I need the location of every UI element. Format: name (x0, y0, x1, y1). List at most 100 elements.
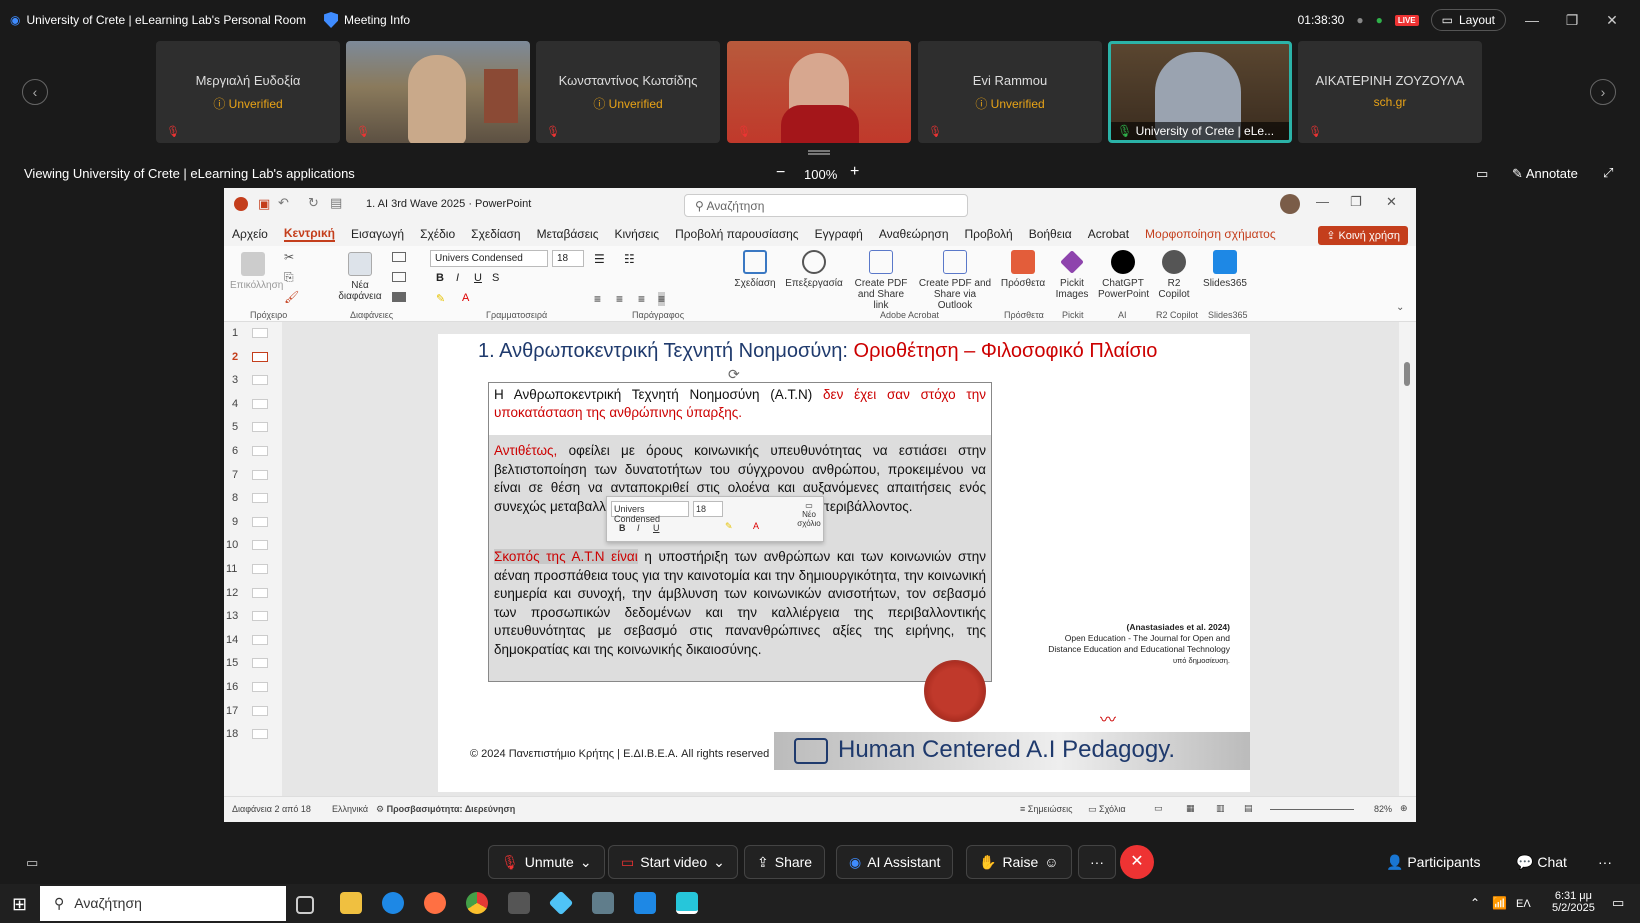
chrome-icon[interactable] (466, 892, 488, 914)
copy-icon[interactable]: ⎘ (284, 270, 294, 285)
tab-help[interactable]: Βοήθεια (1029, 227, 1072, 241)
slide-thumbnail[interactable]: 1 (224, 324, 280, 344)
layout-icon[interactable] (392, 252, 406, 262)
cut-icon[interactable]: ✂ (284, 250, 294, 264)
mini-size-select[interactable]: 18 (693, 501, 723, 517)
leave-meeting-button[interactable]: ✕ (1120, 845, 1154, 879)
participant-tile[interactable]: Evi Rammou ⓘ Unverified 🎙 (918, 41, 1102, 143)
paragraph-3[interactable]: Σκοπός της Α.Τ.Ν είναι η υποστήριξη των … (494, 548, 986, 659)
store-icon[interactable] (508, 892, 530, 914)
bullets-icon[interactable]: ☰ (594, 252, 605, 266)
tab-record[interactable]: Εγγραφή (815, 227, 863, 241)
user-avatar[interactable] (1280, 194, 1300, 214)
addins-button[interactable]: Πρόσθετα (1000, 250, 1046, 289)
share-screen-button[interactable]: ⇪ Share (744, 845, 826, 879)
tab-acrobat[interactable]: Acrobat (1088, 227, 1129, 241)
align-right-icon[interactable]: ≡ (638, 292, 645, 306)
slide-thumbnail[interactable]: 3 (224, 371, 280, 391)
raise-hand-button[interactable]: ✋ Raise ☺ (966, 845, 1072, 879)
slides365-button[interactable]: Slides365 (1200, 250, 1250, 289)
present-icon[interactable]: ▤ (330, 195, 342, 211)
ppt-search-box[interactable]: ⚲ Αναζήτηση (684, 194, 968, 217)
webex-taskbar-icon[interactable] (676, 892, 698, 914)
ribbon-collapse-icon[interactable]: ⌄ (1396, 302, 1404, 313)
app-blue-icon[interactable] (634, 892, 656, 914)
slide-thumbnail[interactable]: 11 (224, 560, 280, 580)
tab-insert[interactable]: Εισαγωγή (351, 227, 404, 241)
participant-tile[interactable]: ΑΙΚΑΤΕΡΙΝΗ ΖΟΥΖΟΥΛΑ sch.gr 🎙 (1298, 41, 1482, 143)
new-slide-button[interactable]: Νέα διαφάνεια (334, 252, 386, 302)
captions-icon[interactable]: ▭ (26, 855, 38, 871)
slide-thumbnail[interactable]: 12 (224, 584, 280, 604)
pickit-button[interactable]: Pickit Images (1052, 250, 1092, 300)
tab-shape-format[interactable]: Μορφοποίηση σχήματος (1145, 227, 1276, 241)
italic-icon[interactable]: I (456, 272, 459, 284)
chatgpt-button[interactable]: ChatGPT PowerPoint (1098, 250, 1149, 300)
save-icon[interactable]: ▣ (258, 196, 270, 212)
active-speaker-tile[interactable]: 🎙 University of Crete | eLe... (1108, 41, 1292, 143)
start-video-button[interactable]: ▭ Start video ⌄ (608, 845, 738, 879)
tab-review[interactable]: Αναθεώρηση (879, 227, 949, 241)
meeting-info-button[interactable]: Meeting Info (324, 12, 410, 28)
prev-participants-button[interactable]: ‹ (22, 79, 48, 105)
participant-tile[interactable]: Μεργιαλή Ευδοξία ⓘ Unverified 🎙 (156, 41, 340, 143)
task-view-icon[interactable] (296, 896, 314, 914)
chat-button[interactable]: 💬 Chat (1516, 854, 1567, 871)
mini-new-comment-button[interactable]: ▭ Νέο σχόλιο (795, 501, 823, 528)
mini-font-color-icon[interactable]: A (753, 521, 759, 531)
undo-icon[interactable]: ↶ (278, 195, 289, 211)
annotate-button[interactable]: ✎ Annotate (1512, 166, 1578, 182)
slide-thumbnail[interactable]: 5 (224, 418, 280, 438)
tab-file[interactable]: Αρχείο (232, 227, 268, 241)
font-color-icon[interactable]: A (462, 292, 469, 304)
slide-thumbnail[interactable]: 6 (224, 442, 280, 462)
taskbar-search[interactable]: ⚲ Αναζήτηση (40, 886, 286, 921)
next-participants-button[interactable]: › (1590, 79, 1616, 105)
zoom-in-icon[interactable]: + (850, 163, 859, 181)
slide-thumbnail[interactable]: 10 (224, 536, 280, 556)
tray-chevron-icon[interactable]: ⌃ (1470, 896, 1480, 910)
slide-thumbnail[interactable]: 18 (224, 725, 280, 745)
paragraph-1[interactable]: Η Ανθρωποκεντρική Τεχνητή Νοημοσύνη (Α.Τ… (494, 386, 986, 422)
align-center-icon[interactable]: ≡ (616, 292, 623, 306)
app-icon[interactable] (592, 892, 614, 914)
reading-view-icon[interactable]: ▥ (1216, 803, 1225, 814)
font-name-select[interactable]: Univers Condensed (430, 250, 548, 267)
tab-transitions[interactable]: Μεταβάσεις (537, 227, 599, 241)
input-language[interactable]: ΕΛ (1516, 898, 1531, 910)
create-pdf-share-link-button[interactable]: Create PDF and Share link (850, 250, 912, 311)
wifi-icon[interactable]: 📶 (1492, 896, 1507, 910)
tab-draw[interactable]: Σχέδιο (420, 227, 455, 241)
paste-button[interactable]: Επικόλληση (230, 252, 283, 291)
file-explorer-icon[interactable] (340, 892, 362, 914)
slide-thumbnail[interactable]: 15 (224, 654, 280, 674)
tab-view[interactable]: Προβολή (965, 227, 1013, 241)
close-window-icon[interactable]: ✕ (1598, 12, 1626, 29)
participant-video-tile[interactable]: 🎙 (727, 41, 911, 143)
slideshow-view-icon[interactable]: ▤ (1244, 803, 1253, 814)
slide-thumbnail[interactable]: 2 (224, 348, 280, 368)
overflow-menu-icon[interactable]: ··· (1598, 854, 1612, 870)
firefox-icon[interactable] (424, 892, 446, 914)
slide-thumbnail[interactable]: 9 (224, 513, 280, 533)
share-button[interactable]: ⇪ Κοινή χρήση (1318, 226, 1408, 245)
slide-thumbnail[interactable]: 13 (224, 607, 280, 627)
ai-assistant-button[interactable]: ◉ AI Assistant (836, 845, 954, 879)
align-left-icon[interactable]: ≡ (594, 292, 601, 306)
tab-animations[interactable]: Κινήσεις (615, 227, 660, 241)
unmute-button[interactable]: 🎙 Unmute ⌄ (488, 845, 605, 879)
editing-button[interactable]: Επεξεργασία (784, 250, 844, 289)
slide-thumbnail[interactable]: 7 (224, 466, 280, 486)
format-painter-icon[interactable]: 🖌 (284, 290, 299, 304)
numbering-icon[interactable]: ☷ (624, 252, 635, 266)
tab-home[interactable]: Κεντρική (283, 226, 335, 242)
highlight-icon[interactable]: ✎ (436, 292, 445, 305)
design-button[interactable]: Σχεδίαση (732, 250, 778, 289)
windows-start-icon[interactable]: ⊞ (12, 894, 27, 915)
language-status[interactable]: Ελληνικά (332, 804, 368, 814)
reset-icon[interactable] (392, 272, 406, 282)
more-options-button[interactable]: ··· (1078, 845, 1116, 879)
taskbar-clock[interactable]: 6:31 μμ 5/2/2025 (1552, 890, 1595, 914)
ppt-minimize-icon[interactable]: — (1316, 194, 1329, 209)
notifications-icon[interactable]: ▭ (1612, 895, 1624, 911)
